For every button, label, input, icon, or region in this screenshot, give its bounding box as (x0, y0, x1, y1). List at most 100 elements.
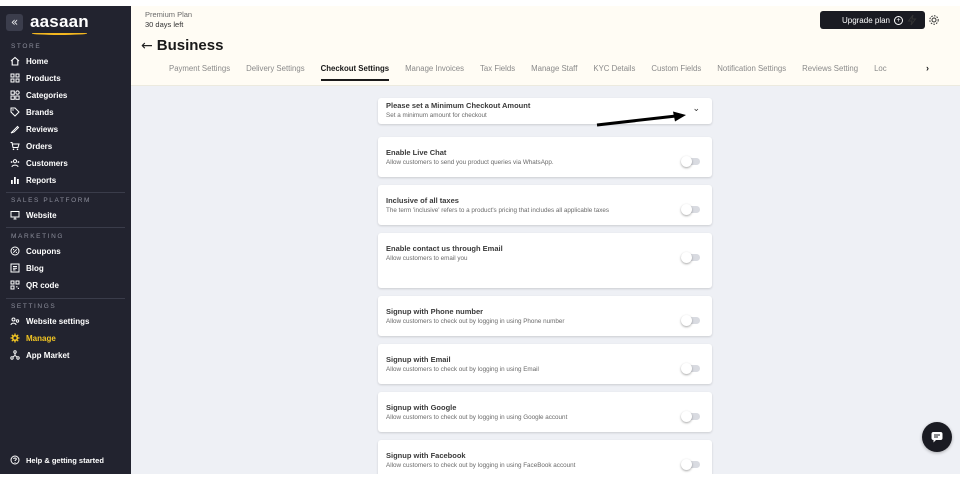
divider (6, 227, 125, 228)
sidebar-item-brands[interactable]: Brands (10, 105, 54, 119)
section-label-sales-platform: SALES PLATFORM (11, 197, 92, 204)
section-label-marketing: MARKETING (11, 233, 65, 240)
logo[interactable]: aasaan (30, 12, 89, 35)
gear-icon (10, 333, 20, 343)
setting-title: Signup with Phone number (386, 307, 484, 316)
sidebar-item-qr-code[interactable]: QR code (10, 278, 59, 292)
gear-icon[interactable] (927, 13, 941, 27)
sidebar-item-app-market[interactable]: App Market (10, 348, 70, 362)
upgrade-plan-label: Upgrade plan (841, 15, 891, 25)
setting-description: Allow customers to check out by logging … (386, 318, 565, 325)
signup-email-toggle[interactable] (681, 362, 700, 374)
blog-icon (10, 263, 20, 273)
tab-manage-invoices[interactable]: Manage Invoices (405, 63, 464, 81)
home-icon (10, 56, 20, 66)
sidebar-item-label: Coupons (26, 246, 61, 256)
sidebar-item-home[interactable]: Home (10, 54, 48, 68)
inclusive-taxes-toggle[interactable] (681, 203, 700, 215)
sidebar-item-reviews[interactable]: Reviews (10, 122, 58, 136)
sidebar-item-label: Home (26, 56, 49, 66)
setting-title: Signup with Google (386, 403, 457, 412)
setting-description: Allow customers to check out by logging … (386, 366, 539, 373)
header: Premium Plan 30 days left Upgrade plan +… (131, 6, 960, 86)
customers-icon (10, 158, 20, 168)
setting-description: Allow customers to check out by logging … (386, 462, 576, 469)
tab-manage-staff[interactable]: Manage Staff (531, 63, 577, 81)
sidebar-item-website-settings[interactable]: Website settings (10, 314, 89, 328)
arrow-left-icon[interactable]: ← (141, 38, 153, 54)
setting-title: Inclusive of all taxes (386, 196, 459, 205)
signup-phone-toggle[interactable] (681, 314, 700, 326)
signup-facebook-toggle[interactable] (681, 458, 700, 470)
setting-description: Set a minimum amount for checkout (386, 112, 487, 119)
live-chat-toggle[interactable] (681, 155, 700, 167)
setting-description: Allow customers to email you (386, 255, 468, 262)
signup-google-toggle[interactable] (681, 410, 700, 422)
tab-tax-fields[interactable]: Tax Fields (480, 63, 515, 81)
sidebar-item-label: QR code (26, 280, 59, 290)
cart-icon (10, 141, 20, 151)
tag-icon (10, 107, 20, 117)
monitor-icon (10, 210, 20, 220)
setting-description: Allow customers to check out by logging … (386, 414, 568, 421)
setting-card-signup-facebook: Signup with Facebook Allow customers to … (378, 440, 712, 474)
qr-code-icon (10, 280, 20, 290)
tab-location[interactable]: Loc (874, 63, 887, 81)
chat-button[interactable] (922, 422, 952, 452)
tab-custom-fields[interactable]: Custom Fields (651, 63, 701, 81)
section-label-store: STORE (11, 43, 42, 50)
setting-title: Signup with Email (386, 355, 451, 364)
sidebar-item-coupons[interactable]: Coupons (10, 244, 61, 258)
sidebar-item-website[interactable]: Website (10, 208, 57, 222)
coupon-icon (10, 246, 20, 256)
help-link[interactable]: Help & getting started (10, 453, 104, 467)
setting-title: Enable contact us through Email (386, 244, 503, 253)
main-content: Please set a Minimum Checkout Amount Set… (131, 86, 960, 474)
chevrons-left-icon[interactable]: « (6, 13, 23, 31)
sidebar-item-label: Products (26, 73, 61, 83)
sidebar-item-orders[interactable]: Orders (10, 139, 52, 153)
setting-card-live-chat: Enable Live Chat Allow customers to send… (378, 137, 712, 177)
tab-delivery-settings[interactable]: Delivery Settings (246, 63, 305, 81)
sidebar-item-blog[interactable]: Blog (10, 261, 44, 275)
tab-bar: Payment Settings Delivery Settings Check… (169, 63, 903, 81)
chevron-right-icon[interactable]: › (926, 63, 929, 73)
tab-payment-settings[interactable]: Payment Settings (169, 63, 230, 81)
sidebar-item-label: Website (26, 210, 57, 220)
sidebar-item-products[interactable]: Products (10, 71, 61, 85)
sidebar-item-label: Manage (26, 333, 56, 343)
sidebar-item-label: Reviews (26, 124, 59, 134)
app-market-icon (10, 350, 20, 360)
tab-notification-settings[interactable]: Notification Settings (717, 63, 786, 81)
website-settings-icon (10, 316, 20, 326)
page-header: ← Business (141, 37, 223, 54)
chat-icon (931, 432, 943, 443)
sidebar-item-label: Website settings (26, 316, 90, 326)
tab-kyc-details[interactable]: KYC Details (593, 63, 635, 81)
sidebar-item-label: Orders (26, 141, 53, 151)
logo-text: aasaan (30, 12, 89, 31)
lightning-icon[interactable] (905, 13, 919, 27)
sidebar: « aasaan STORE Home Products Categories … (0, 6, 131, 474)
sidebar-item-label: Blog (26, 263, 44, 273)
setting-title: Enable Live Chat (386, 148, 447, 157)
divider (6, 298, 125, 299)
plus-circle-icon: + (894, 15, 904, 25)
sidebar-item-categories[interactable]: Categories (10, 88, 67, 102)
chevron-down-icon[interactable]: ⌄ (692, 104, 700, 114)
setting-card-inclusive-taxes: Inclusive of all taxes The term 'inclusi… (378, 185, 712, 225)
app-window: « aasaan STORE Home Products Categories … (0, 6, 960, 474)
sidebar-item-reports[interactable]: Reports (10, 173, 56, 187)
sidebar-item-customers[interactable]: Customers (10, 156, 68, 170)
setting-description: The term 'inclusive' refers to a product… (386, 207, 610, 214)
plan-name: Premium Plan (145, 10, 193, 19)
sidebar-item-manage[interactable]: Manage (10, 331, 56, 345)
tab-reviews-setting[interactable]: Reviews Setting (802, 63, 858, 81)
tab-checkout-settings[interactable]: Checkout Settings (320, 63, 390, 81)
help-icon (10, 455, 20, 465)
sidebar-item-label: App Market (26, 350, 70, 360)
section-label-settings: SETTINGS (11, 303, 57, 310)
setting-card-contact-email: Enable contact us through Email Allow cu… (378, 233, 712, 288)
contact-email-toggle[interactable] (681, 251, 700, 263)
setting-card-signup-google: Signup with Google Allow customers to ch… (378, 392, 712, 432)
